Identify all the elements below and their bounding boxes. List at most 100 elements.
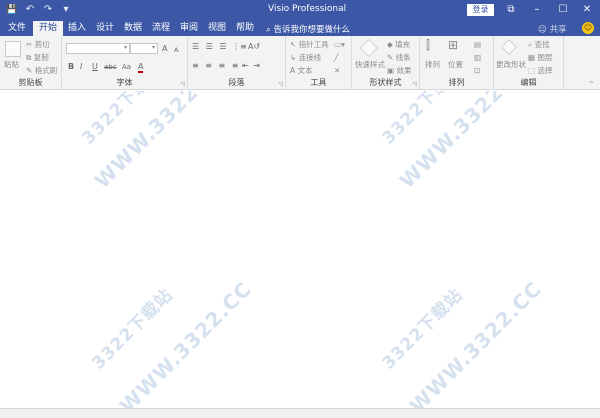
paste-button[interactable]: 粘贴 xyxy=(4,60,19,70)
find-button[interactable]: ⌕ 查找 xyxy=(528,40,550,50)
clipboard-group-label: 剪贴板 xyxy=(18,78,43,87)
select-button[interactable]: ⬚ 选择 xyxy=(528,66,552,76)
group-icon[interactable]: ⊡ xyxy=(474,66,480,76)
scissors-icon: ✂ xyxy=(26,40,33,49)
customize-qat-icon[interactable]: ▾ xyxy=(60,3,72,17)
select-label: 选择 xyxy=(537,66,553,75)
layers-icon: ▦ xyxy=(528,53,536,62)
indent-buttons[interactable]: ⇤ ⇥ xyxy=(242,61,261,71)
tools-group: ↖ 指针工具 ↳ 连接线 A 文本 ▭▾ ╱ ✕ 工具 xyxy=(286,36,352,90)
quick-styles-button[interactable]: 快速样式 xyxy=(355,60,385,70)
tell-me-text: 告诉我你想要做什么 xyxy=(273,25,350,35)
login-button[interactable]: 登录 xyxy=(467,4,494,16)
format-painter-label: 格式刷 xyxy=(34,66,58,75)
font-size-select[interactable]: ▾ xyxy=(130,43,158,54)
position-button[interactable]: 位置 xyxy=(448,60,463,70)
bring-forward-icon[interactable]: ▤ xyxy=(474,40,481,50)
quick-styles-icon[interactable] xyxy=(359,38,379,58)
brush-icon: ✎ xyxy=(26,66,33,75)
feedback-smiley-icon[interactable]: ☺ xyxy=(582,22,594,34)
cut-label: 剪切 xyxy=(34,40,50,49)
close-button[interactable]: ✕ xyxy=(576,2,598,18)
tab-process[interactable]: 流程 xyxy=(152,22,170,35)
font-color-button[interactable]: A xyxy=(138,62,144,73)
align-left-center-right-buttons[interactable]: ≡ ≡ ≡ ≡ xyxy=(192,61,240,71)
search-icon: ⌕ xyxy=(528,40,533,49)
connector-button[interactable]: ↳ 连接线 xyxy=(290,53,321,63)
send-backward-icon[interactable]: ▥ xyxy=(474,53,481,63)
format-painter-button[interactable]: ✎ 格式刷 xyxy=(26,66,57,76)
redo-icon[interactable]: ↷ xyxy=(42,3,54,17)
arrange-group: ⫿ 排列 ⊞ 位置 ▤ ▥ ⊡ 排列 xyxy=(420,36,494,90)
dialog-launcher-icon[interactable]: ◹ xyxy=(180,81,185,88)
bullets-button[interactable]: ⋮≡ xyxy=(232,42,247,52)
connector-label: 连接线 xyxy=(298,53,322,62)
tab-home[interactable]: 开始 xyxy=(33,21,64,36)
rectangle-shape-icon[interactable]: ▭▾ xyxy=(334,40,345,50)
line-tool-icon[interactable]: ╱ xyxy=(334,53,339,63)
layers-button[interactable]: ▦ 图层 xyxy=(528,53,552,63)
tab-insert[interactable]: 插入 xyxy=(68,22,86,35)
status-bar xyxy=(0,408,600,418)
align-button[interactable]: 排列 xyxy=(425,60,440,70)
strikethrough-button[interactable]: abc xyxy=(104,62,117,72)
italic-button[interactable]: I xyxy=(80,62,82,72)
cut-button[interactable]: ✂ 剪切 xyxy=(26,40,50,50)
tools-group-label: 工具 xyxy=(310,78,327,87)
layers-label: 图层 xyxy=(537,53,553,62)
ribbon-display-options-icon[interactable]: ⧉ xyxy=(500,2,522,18)
ribbon-tab-bar: 文件 开始 插入 设计 数据 流程 审阅 视图 帮助 ⌕ 告诉我你想要做什么 ☺… xyxy=(0,20,600,36)
share-button[interactable]: ☺ 共享 xyxy=(538,23,567,35)
tab-data[interactable]: 数据 xyxy=(124,22,142,35)
select-icon: ⬚ xyxy=(528,66,536,75)
connection-point-icon[interactable]: ✕ xyxy=(334,66,340,76)
tell-me-search[interactable]: ⌕ 告诉我你想要做什么 xyxy=(266,23,350,35)
drawing-canvas[interactable]: WWW.3322.CC 3322下载站 WWW.3322.CC 3322下载站 … xyxy=(0,91,600,408)
text-tool-button[interactable]: A 文本 xyxy=(290,66,313,76)
arrange-group-label: 排列 xyxy=(448,78,465,87)
align-top-buttons[interactable]: ☰ ☰ ☰ xyxy=(192,42,229,52)
save-icon[interactable]: 💾 xyxy=(6,3,18,17)
pointer-tool-button[interactable]: ↖ 指针工具 xyxy=(290,40,329,50)
copy-button[interactable]: ⧉ 复制 xyxy=(26,53,49,63)
position-icon[interactable]: ⊞ xyxy=(448,39,458,51)
align-icon[interactable]: ⫿ xyxy=(426,39,430,51)
rotate-text-button[interactable]: A↺ xyxy=(248,42,260,52)
clipboard-group: 粘贴 ✂ 剪切 ⧉ 复制 ✎ 格式刷 剪贴板 xyxy=(0,36,62,90)
paragraph-group: ☰ ☰ ☰ ⋮≡ A↺ ≡ ≡ ≡ ≡ ⇤ ⇥ 段落 ◹ xyxy=(188,36,286,90)
effects-label: 效果 xyxy=(396,66,412,75)
editing-group-label: 编辑 xyxy=(520,78,537,87)
undo-icon[interactable]: ↶ xyxy=(24,3,36,17)
change-shape-icon[interactable] xyxy=(501,39,517,55)
font-group-label: 字体 xyxy=(116,78,133,87)
line-button[interactable]: ✎ 线条 xyxy=(387,53,411,63)
change-case-button[interactable]: Aa xyxy=(122,62,131,72)
line-label: 线条 xyxy=(395,53,411,62)
tab-help[interactable]: 帮助 xyxy=(236,22,254,35)
maximize-button[interactable]: ☐ xyxy=(552,2,574,18)
tab-design[interactable]: 设计 xyxy=(96,22,114,35)
connector-icon: ↳ xyxy=(290,53,297,62)
window-title: Visio Professional xyxy=(268,4,347,14)
watermark-text: WWW.3322.CC xyxy=(115,276,257,408)
bold-button[interactable]: B xyxy=(68,62,74,72)
minimize-button[interactable]: – xyxy=(526,2,548,18)
share-label: 共享 xyxy=(549,25,567,35)
collapse-ribbon-icon[interactable]: ⌃ xyxy=(588,80,595,90)
copy-label: 复制 xyxy=(33,53,49,62)
tab-file[interactable]: 文件 xyxy=(8,22,26,35)
dialog-launcher-icon[interactable]: ◹ xyxy=(278,81,283,88)
dialog-launcher-icon[interactable]: ◹ xyxy=(412,81,417,88)
change-shape-button[interactable]: 更改形状 xyxy=(496,60,526,70)
fill-button[interactable]: ◆ 填充 xyxy=(387,40,410,50)
tab-view[interactable]: 视图 xyxy=(208,22,226,35)
underline-button[interactable]: U xyxy=(92,62,98,72)
shrink-font-button[interactable]: A xyxy=(174,45,178,55)
copy-icon: ⧉ xyxy=(26,53,32,62)
tab-review[interactable]: 审阅 xyxy=(180,22,198,35)
grow-font-button[interactable]: A xyxy=(162,44,167,54)
paste-icon[interactable] xyxy=(5,41,21,57)
effects-button[interactable]: ▣ 效果 xyxy=(387,66,411,76)
text-tool-label: 文本 xyxy=(297,66,313,75)
font-name-select[interactable]: ▾ xyxy=(66,43,130,54)
